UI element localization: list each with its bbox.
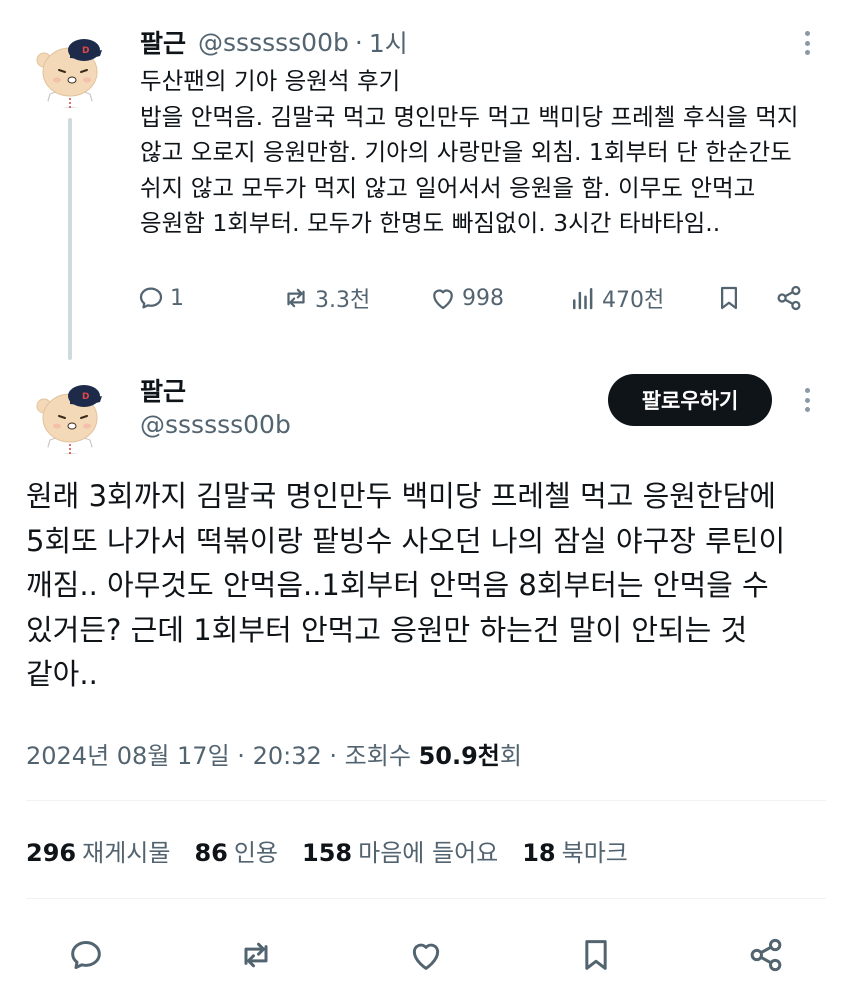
share-button[interactable] xyxy=(774,278,804,318)
views-value: 50.9천 xyxy=(418,742,500,770)
more-options-icon[interactable] xyxy=(795,25,819,61)
author-name[interactable]: 팔근 xyxy=(140,372,186,408)
reply-tweet-text: 두산팬의 기아 응원석 후기 밥을 안먹음. 김말국 먹고 명인만두 먹고 백미… xyxy=(140,64,830,242)
share-button[interactable] xyxy=(741,930,791,980)
avatar[interactable]: D xyxy=(30,28,110,108)
stat-quotes[interactable]: 86 인용 xyxy=(194,833,278,868)
tweet-date[interactable]: 2024년 08월 17일 xyxy=(26,742,230,770)
tweet-line: 원래 3회까지 김말국 명인만두 백미당 프레첼 먹고 응원한담에 xyxy=(26,479,776,513)
tweet-line: 밥을 안먹음. 김말국 먹고 명인만두 먹고 백미당 프레첼 후식을 먹지 xyxy=(140,102,799,131)
tweet-line: 5회또 나가서 떡볶이랑 팥빙수 사오던 나의 잠실 야구장 루틴이 xyxy=(26,523,786,558)
stat-reposts[interactable]: 296 재게시물 xyxy=(26,833,170,868)
views-count: 470천 xyxy=(602,288,665,313)
tweet-line: 쉬지 않고 모두가 먹지 않고 일어서서 응원을 함. 이무도 안먹고 xyxy=(140,173,756,202)
views-label: 조회수 xyxy=(344,742,411,770)
reply-tweet-header: 팔근 @ssssss00b · 1시 xyxy=(140,24,408,60)
heart-icon xyxy=(412,943,440,970)
views-button[interactable]: 470천 xyxy=(568,278,664,318)
retweet-icon xyxy=(287,288,305,308)
author-handle[interactable]: @ssssss00b xyxy=(140,410,291,439)
bear-mascot-avatar-icon: D xyxy=(30,28,110,108)
tweet-time[interactable]: 20:32 xyxy=(253,742,322,770)
stat-likes[interactable]: 158 마음에 들어요 xyxy=(302,833,498,868)
like-button[interactable] xyxy=(401,930,451,980)
reply-icon xyxy=(139,287,163,309)
retweet-icon xyxy=(244,942,268,968)
retweet-count: 3.3천 xyxy=(315,288,371,313)
analytics-bar-icon xyxy=(573,288,593,310)
stat-bookmarks[interactable]: 18 북마크 xyxy=(522,833,628,868)
tweet-metadata: 2024년 08월 17일 · 20:32 · 조회수 50.9천회 xyxy=(26,736,522,771)
retweet-button[interactable]: 3.3천 xyxy=(281,278,370,318)
reply-button[interactable] xyxy=(61,930,111,980)
svg-text:D: D xyxy=(82,46,89,56)
reply-tweet-actions: 1 3.3천 998 470천 xyxy=(136,278,816,318)
share-icon xyxy=(750,938,782,972)
engagement-stats: 296 재게시물 86 인용 158 마음에 들어요 18 북마크 xyxy=(26,833,652,868)
avatar[interactable]: D xyxy=(30,374,110,454)
tweet-line: 응원함 1회부터. 모두가 한명도 빠짐없이. 3시간 타바타임.. xyxy=(140,209,721,237)
share-icon xyxy=(777,285,801,311)
bookmark-icon xyxy=(585,940,607,970)
like-button[interactable]: 998 xyxy=(428,278,504,318)
main-tweet-actions xyxy=(0,930,850,980)
bear-mascot-avatar-icon: D xyxy=(30,374,110,454)
divider xyxy=(26,800,826,801)
bookmark-button[interactable] xyxy=(571,930,621,980)
main-tweet-text: 원래 3회까지 김말국 명인만두 백미당 프레첼 먹고 응원한담에 5회또 나가… xyxy=(26,474,836,697)
separator-dot: · xyxy=(237,742,245,770)
tweet-line: 두산팬의 기아 응원석 후기 xyxy=(140,67,401,95)
tweet-time[interactable]: 1시 xyxy=(369,24,408,60)
separator-dot: · xyxy=(329,742,338,770)
tweet-line: 않고 오로지 응원만함. 기아의 사랑만을 외침. 1회부터 단 한순간도 xyxy=(140,138,792,166)
author-handle[interactable]: @ssssss00b xyxy=(198,28,349,57)
reply-button[interactable]: 1 xyxy=(136,278,184,318)
tweet-line: 있거든? 근데 1회부터 안먹고 응원만 하는건 말이 안되는 것 xyxy=(26,612,748,647)
views-suffix: 회 xyxy=(499,742,522,770)
heart-icon xyxy=(433,289,453,310)
more-options-icon[interactable] xyxy=(795,382,819,418)
bookmark-icon xyxy=(721,286,737,310)
svg-text:D: D xyxy=(82,392,89,402)
divider xyxy=(26,898,826,899)
tweet-line: 깨짐.. 아무것도 안먹음..1회부터 안먹음 8회부터는 안먹을 수 xyxy=(26,568,769,602)
thread-connector-line xyxy=(68,118,72,360)
tweet-line: 같아.. xyxy=(26,657,98,691)
reply-count: 1 xyxy=(170,285,184,311)
like-count: 998 xyxy=(462,285,504,311)
retweet-button[interactable] xyxy=(231,930,281,980)
follow-button[interactable]: 팔로우하기 xyxy=(608,374,772,426)
bookmark-button[interactable] xyxy=(714,278,744,318)
author-name[interactable]: 팔근 xyxy=(140,24,186,60)
reply-icon xyxy=(71,941,101,969)
separator-dot: · xyxy=(354,27,363,57)
